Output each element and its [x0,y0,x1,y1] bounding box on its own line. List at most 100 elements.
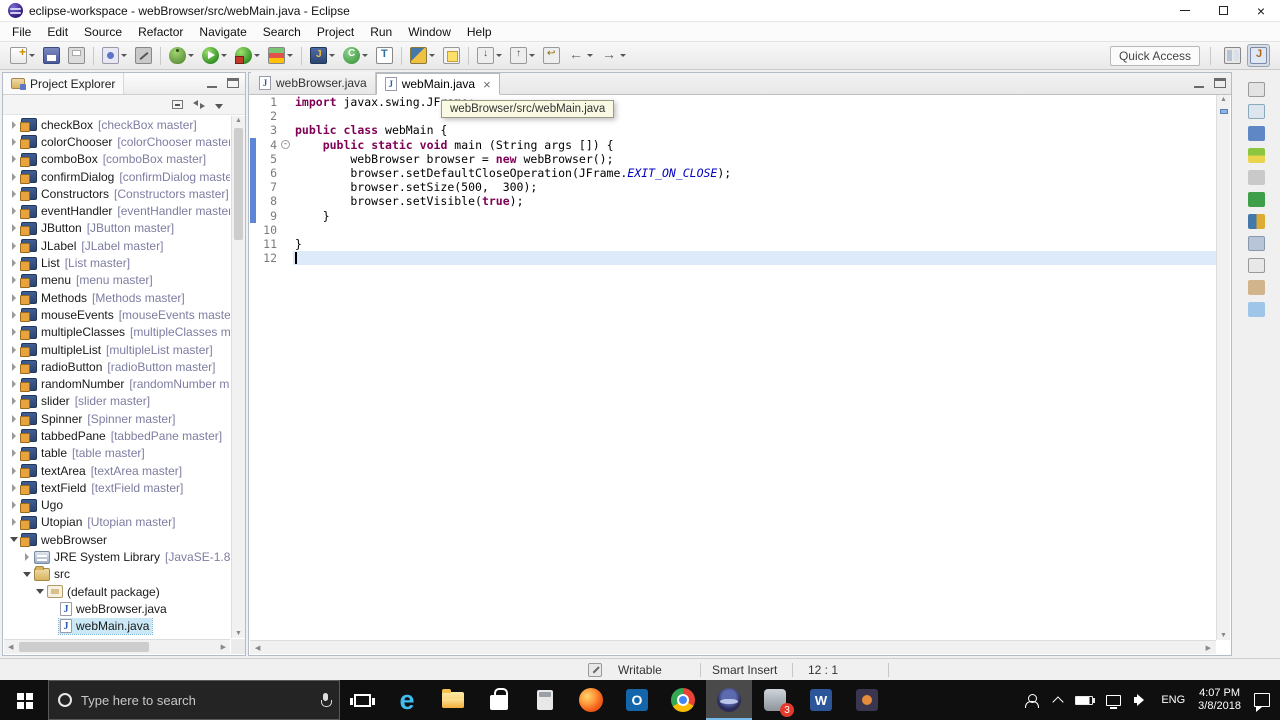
tree-item[interactable]: menu [menu master] [4,272,230,289]
coverage-button[interactable] [264,44,297,67]
project-explorer-tab[interactable]: Project Explorer [3,73,125,94]
tree-item[interactable]: List [List master] [4,254,230,271]
scroll-left-icon[interactable]: ◀ [250,644,265,652]
volume-icon[interactable] [1134,694,1148,706]
minimized-history-view-button[interactable] [1247,302,1265,317]
expander-icon[interactable] [8,518,20,526]
scrollbar-thumb[interactable] [19,642,150,652]
task-view-button[interactable] [340,680,384,720]
new-java-class-button[interactable] [339,44,372,67]
link-with-editor-button[interactable] [193,100,205,109]
minimized-search-view-button[interactable] [1247,126,1265,141]
expander-icon[interactable] [8,449,20,457]
tree-item[interactable]: colorChooser [colorChooser master] [4,133,230,150]
tree-item[interactable]: eventHandler [eventHandler master] [4,202,230,219]
code-line[interactable]: 11} [250,237,1216,251]
taskbar-explorer-button[interactable] [430,680,476,720]
taskbar-clock[interactable]: 4:07 PM 3/8/2018 [1198,687,1241,713]
expander-icon[interactable] [8,363,20,371]
tree-item[interactable]: tabbedPane [tabbedPane master] [4,427,230,444]
menu-search[interactable]: Search [255,23,309,41]
tree-item[interactable]: webBrowser [4,531,230,548]
scroll-right-icon[interactable]: ▶ [217,643,230,651]
expander-icon[interactable] [8,311,20,319]
tree-item[interactable]: JwebBrowser.java [4,600,230,617]
open-perspective-button[interactable] [1221,44,1244,67]
minimize-editor-button[interactable] [1193,78,1205,88]
taskbar-eclipse-button[interactable] [706,680,752,720]
menu-navigate[interactable]: Navigate [191,23,254,41]
run-button[interactable] [198,44,231,67]
scroll-up-icon[interactable]: ▲ [1217,96,1230,103]
tree-item[interactable]: radioButton [radioButton master] [4,358,230,375]
quick-access-button[interactable]: Quick Access [1109,45,1200,66]
overview-ruler[interactable]: ▲ ▼ [1216,95,1230,640]
build-all-button[interactable] [131,44,156,67]
expander-icon[interactable] [8,190,20,198]
tree-item[interactable]: JLabel [JLabel master] [4,237,230,254]
code-line[interactable]: 4- public static void main (String args … [250,137,1216,152]
taskbar-search-input[interactable]: Type here to search [48,680,340,720]
tree-item[interactable]: Methods [Methods master] [4,289,230,306]
scrollbar-thumb[interactable] [234,128,243,240]
code-line[interactable]: 7 browser.setSize(500, 300); [250,180,1216,195]
maximize-view-button[interactable] [227,78,239,88]
tree-item[interactable]: slider [slider master] [4,393,230,410]
menu-project[interactable]: Project [309,23,362,41]
battery-icon[interactable] [1075,695,1096,705]
taskbar-calculator-button[interactable] [522,680,568,720]
expander-icon[interactable] [8,259,20,267]
annotation-marker[interactable] [1220,109,1228,114]
new-button[interactable] [6,44,39,67]
minimized-outline-view-button[interactable] [1247,258,1265,273]
expander-icon[interactable] [8,138,20,146]
code-line[interactable]: 10 [250,223,1216,237]
code-line[interactable]: 2 [250,109,1216,123]
toggle-mark-occurrences-button[interactable] [439,44,464,67]
expander-icon[interactable] [21,553,33,561]
expander-icon[interactable] [8,467,20,475]
expander-icon[interactable] [8,242,20,250]
expander-icon[interactable] [8,294,20,302]
tree-item[interactable]: src [4,565,230,583]
code-line[interactable]: 6 browser.setDefaultCloseOperation(JFram… [250,165,1216,181]
tree-item[interactable]: textArea [textArea master] [4,462,230,479]
tree-item[interactable]: Constructors [Constructors master] [4,185,230,202]
taskbar-chrome-button[interactable] [660,680,706,720]
minimize-view-button[interactable] [206,78,218,88]
view-menu-button[interactable] [215,101,223,109]
forward-button[interactable] [597,44,630,67]
code-line[interactable]: 9 } [250,208,1216,223]
tree-item[interactable]: Utopian [Utopian master] [4,514,230,531]
tree-item[interactable]: mouseEvents [mouseEvents master] [4,306,230,323]
minimized-junit-view-button[interactable] [1247,192,1265,207]
expander-icon[interactable] [8,346,20,354]
maximize-button[interactable] [1204,0,1242,21]
explorer-vertical-scrollbar[interactable]: ▲ ▼ [231,116,245,638]
tree-item[interactable]: JRE System Library [JavaSE-1.8] [4,548,230,565]
expander-icon[interactable] [8,484,20,492]
code-line[interactable]: 1 import javax.swing.JFrame; [250,95,1216,109]
minimized-task-list-view-button[interactable] [1247,280,1265,295]
tree-item[interactable]: JButton [JButton master] [4,220,230,237]
expander-icon[interactable] [8,173,20,181]
code-area[interactable]: 1 import javax.swing.JFrame; 2 3 public clas… [250,95,1216,640]
tree-item[interactable]: Ugo [4,497,230,514]
menu-run[interactable]: Run [362,23,400,41]
show-view-menu-button[interactable] [1247,104,1265,119]
taskbar-firefox-button[interactable] [568,680,614,720]
restore-views-button[interactable] [1247,82,1265,97]
scroll-left-icon[interactable]: ◀ [4,643,17,651]
menu-source[interactable]: Source [76,23,130,41]
maximize-editor-button[interactable] [1214,78,1226,88]
action-center-icon[interactable] [1254,693,1270,712]
tree-item[interactable]: confirmDialog [confirmDialog master] [4,168,230,185]
menu-refactor[interactable]: Refactor [130,23,191,41]
expander-icon[interactable] [8,328,20,336]
network-icon[interactable] [1106,694,1122,709]
menu-window[interactable]: Window [400,23,459,41]
expander-icon[interactable] [8,121,20,129]
expander-icon[interactable] [8,276,20,284]
scroll-up-icon[interactable]: ▲ [232,117,245,124]
expander-icon[interactable] [8,224,20,232]
